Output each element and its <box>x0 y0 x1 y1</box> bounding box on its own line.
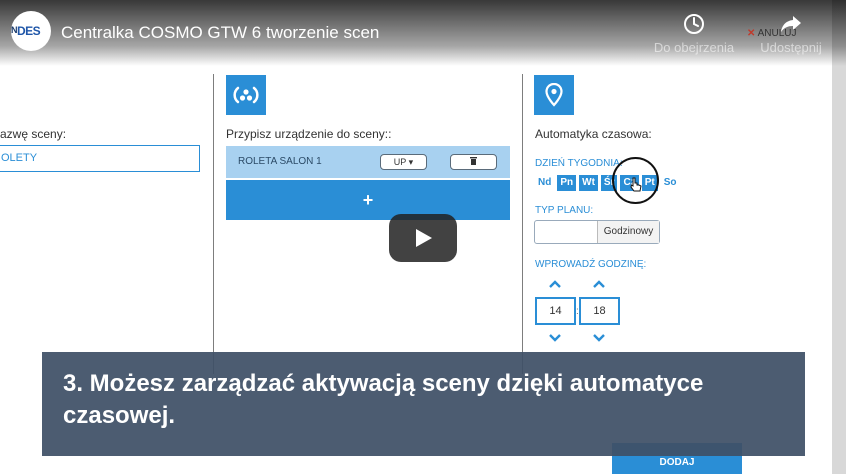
cancel-link[interactable]: ✕ ANULUJ <box>747 28 797 39</box>
play-icon <box>416 229 432 247</box>
day-toggle-sun[interactable]: Nd <box>535 175 555 191</box>
watch-later-label: Do obejrzenia <box>653 40 735 55</box>
hand-cursor-icon <box>630 177 642 192</box>
play-button[interactable] <box>389 214 457 262</box>
device-row: ROLETA SALON 1 UP ▾ <box>226 146 510 178</box>
plan-type-label: TYP PLANU: <box>535 205 594 216</box>
minute-down-icon[interactable] <box>592 333 606 343</box>
column-divider <box>522 74 523 374</box>
devices-label: Przypisz urządzenie do sceny:: <box>226 127 392 141</box>
video-caption: 3. Możesz zarządzać aktywacją sceny dzię… <box>42 352 805 456</box>
cancel-label: ANULUJ <box>757 28 797 39</box>
close-icon: ✕ <box>747 28 756 39</box>
minute-input[interactable]: 18 <box>579 297 620 325</box>
watch-later-button[interactable]: Do obejrzenia <box>650 13 738 55</box>
add-device-button[interactable]: + <box>226 180 510 220</box>
scene-name-label: azwę sceny: <box>0 127 67 141</box>
device-name: ROLETA SALON 1 <box>238 156 322 167</box>
scene-name-input[interactable]: OLETY <box>0 145 200 172</box>
hour-up-icon[interactable] <box>548 279 562 289</box>
channel-avatar[interactable]: EN DES <box>11 11 51 51</box>
plan-type-value: Godzinowy <box>597 221 659 243</box>
column-divider <box>213 74 214 374</box>
hour-input[interactable]: 14 <box>535 297 576 325</box>
day-toggle-sat[interactable]: So <box>660 175 680 191</box>
trash-icon <box>470 157 477 167</box>
channel-logo-text: DES <box>17 24 41 38</box>
video-title[interactable]: Centralka COSMO GTW 6 tworzenie scen <box>61 23 379 43</box>
minute-up-icon[interactable] <box>592 279 606 289</box>
delete-device-button[interactable] <box>450 154 497 170</box>
chevron-down-icon: ▾ <box>408 157 414 167</box>
day-toggle-mon[interactable]: Pn <box>557 175 577 191</box>
location-pin-icon <box>534 75 574 115</box>
plan-type-select[interactable]: Godzinowy <box>534 220 660 244</box>
device-action-value: UP <box>393 157 407 167</box>
video-header: EN DES Centralka COSMO GTW 6 tworzenie s… <box>0 0 846 66</box>
hour-down-icon[interactable] <box>548 333 562 343</box>
share-label: Udostępnij <box>760 40 822 55</box>
caption-text: 3. Możesz zarządzać aktywacją sceny dzię… <box>63 370 704 429</box>
devices-icon <box>226 75 266 115</box>
time-label: WPROWADŹ GODZINĘ: <box>535 259 647 270</box>
automation-label: Automatyka czasowa: <box>535 127 652 141</box>
scrollbar[interactable] <box>832 0 846 474</box>
days-label: DZIEŃ TYGODNIA: <box>535 158 623 169</box>
device-action-select[interactable]: UP ▾ <box>380 154 427 170</box>
day-toggle-tue[interactable]: Wt <box>579 175 598 191</box>
clock-icon <box>684 14 704 34</box>
